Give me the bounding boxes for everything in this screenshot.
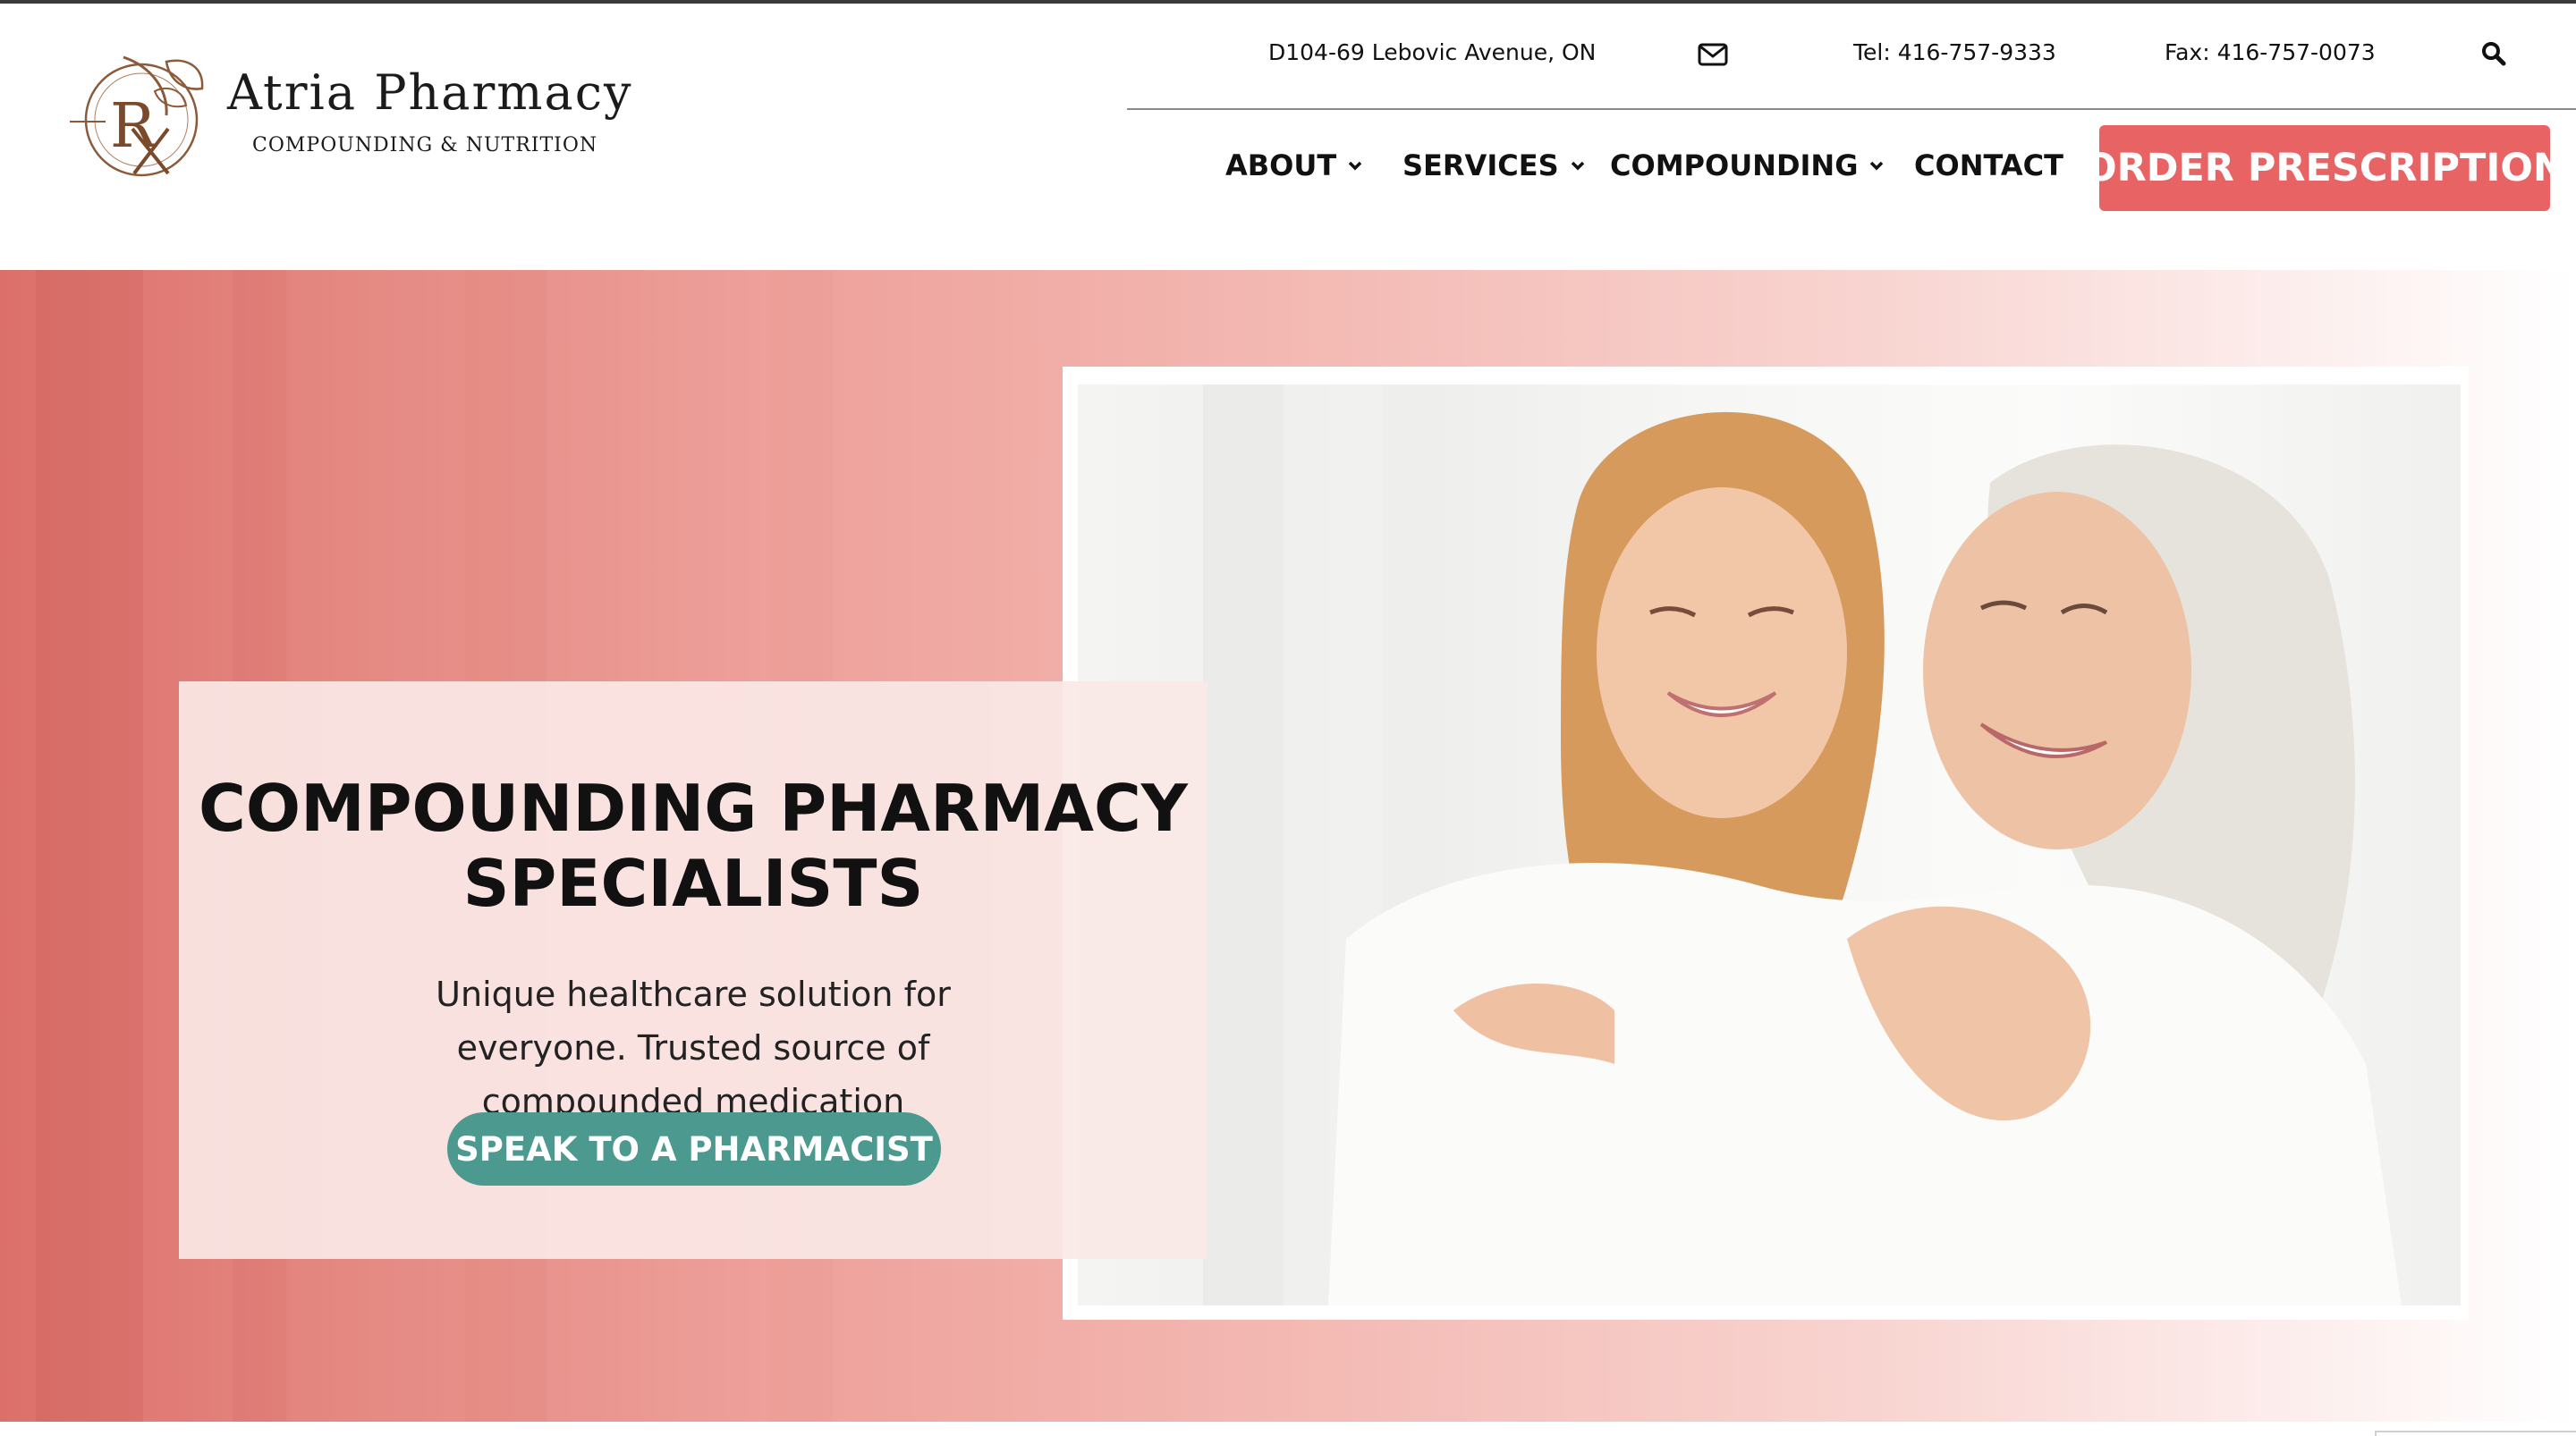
- nav-item-label: CONTACT: [1914, 148, 2063, 182]
- hero-title: COMPOUNDING PHARMACY SPECIALISTS: [199, 771, 1188, 921]
- rx-leaf-logo-icon: R: [70, 55, 204, 177]
- nav-item-label: COMPOUNDING: [1610, 148, 1859, 182]
- fax-text: Fax: 416-757-0073: [2165, 39, 2376, 65]
- hero-description: Unique healthcare solution for everyone.…: [436, 975, 951, 1121]
- nav-item-about[interactable]: ABOUT: [1225, 148, 1363, 182]
- speak-to-pharmacist-button[interactable]: SPEAK TO A PHARMACIST: [447, 1112, 941, 1186]
- site-header: R Atria Pharmacy Compounding & Nutrition…: [0, 4, 2576, 272]
- chevron-down-icon: [1870, 161, 1884, 171]
- chevron-down-icon: [1348, 161, 1362, 171]
- logo-title: Atria Pharmacy: [227, 64, 633, 121]
- nav-item-label: SERVICES: [1402, 148, 1559, 182]
- nav-item-services[interactable]: SERVICES: [1402, 148, 1586, 182]
- nav-item-label: ABOUT: [1225, 148, 1337, 182]
- chevron-down-icon: [1571, 161, 1584, 171]
- contact-bar: D104-69 Lebovic Avenue, ON Tel: 416-757-…: [1127, 30, 2558, 80]
- corner-widget: [2375, 1431, 2576, 1436]
- nav-item-compounding[interactable]: COMPOUNDING: [1610, 148, 1885, 182]
- hero-texture: [36, 270, 143, 1422]
- hero-card: COMPOUNDING PHARMACY SPECIALISTS Unique …: [179, 681, 1208, 1259]
- search-icon[interactable]: [2481, 41, 2506, 72]
- phone-link[interactable]: Tel: 416-757-9333: [1853, 39, 2056, 65]
- order-prescription-button[interactable]: ORDER PRESCRIPTION: [2084, 125, 2565, 211]
- nav-item-contact[interactable]: CONTACT: [1914, 148, 2063, 182]
- logo-tagline: Compounding & Nutrition: [252, 134, 598, 156]
- hero-photo: [1078, 384, 2461, 1305]
- site-logo[interactable]: R Atria Pharmacy Compounding & Nutrition: [70, 39, 678, 200]
- header-divider: [1127, 108, 2576, 110]
- address-text: D104-69 Lebovic Avenue, ON: [1268, 39, 1597, 65]
- envelope-icon[interactable]: [1698, 43, 1728, 72]
